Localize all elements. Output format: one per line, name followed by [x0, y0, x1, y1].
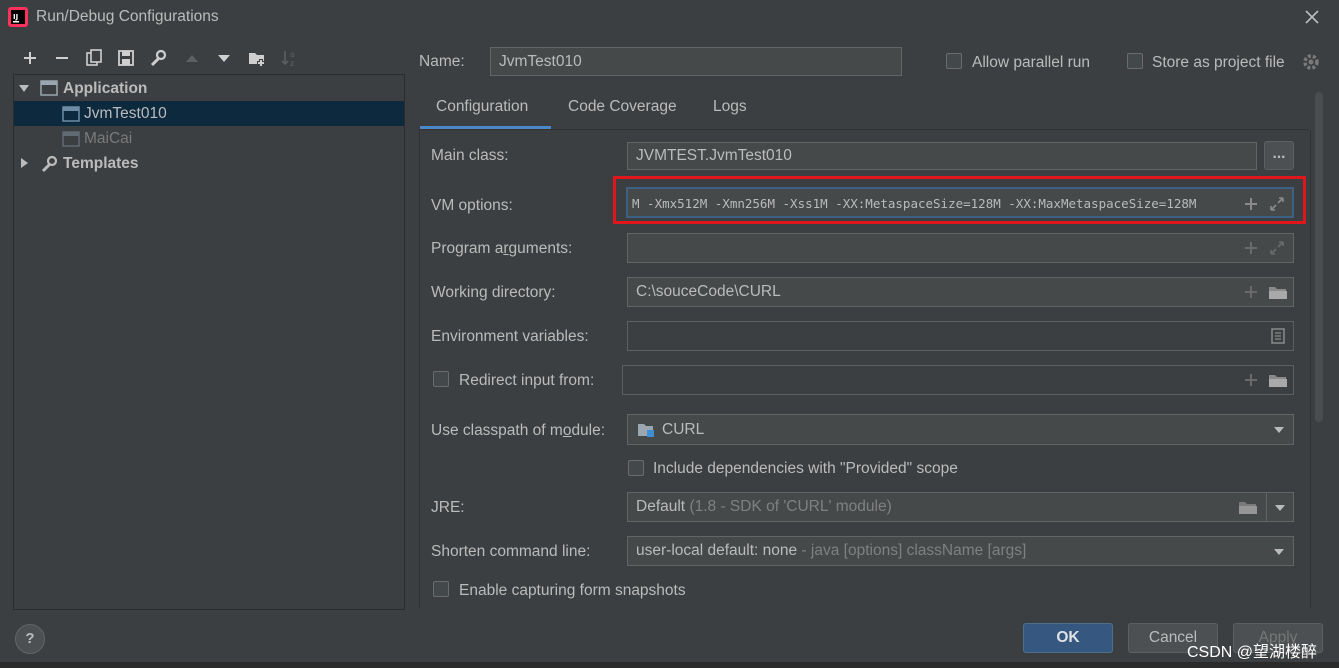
vm-options-value: M -Xmx512M -Xmn256M -Xss1M -XX:Metaspace… — [632, 196, 1197, 211]
environment-variables-input[interactable] — [627, 321, 1294, 351]
working-directory-label: Working directory: — [431, 284, 556, 301]
jre-value: Default — [636, 498, 686, 515]
redirect-input-label: Redirect input from: — [459, 372, 595, 389]
watermark: CSDN @望湖楼醉 — [1187, 644, 1318, 661]
tab-code-coverage[interactable]: Code Coverage — [568, 98, 677, 116]
add-icon[interactable] — [1242, 283, 1260, 301]
jre-input[interactable]: Default (1.8 - SDK of 'CURL' module) — [627, 492, 1267, 522]
tree-item-templates[interactable]: Templates — [14, 151, 404, 176]
configuration-tree: Application JvmTest010 MaiCai Templates — [13, 74, 405, 610]
help-button[interactable]: ? — [15, 624, 45, 654]
name-input[interactable]: JvmTest010 — [490, 47, 902, 76]
sort-icon[interactable]: az — [279, 47, 301, 69]
jre-label: JRE: — [431, 499, 465, 516]
application-icon — [62, 131, 80, 147]
shorten-command-value: user-local default: none — [636, 542, 798, 559]
shorten-command-hint: - java [options] className [args] — [801, 542, 1027, 559]
svg-text:IJ: IJ — [13, 13, 18, 21]
enable-snapshots-label: Enable capturing form snapshots — [459, 582, 686, 599]
redirect-input-checkbox[interactable] — [433, 371, 449, 387]
application-icon — [62, 106, 80, 122]
ok-button[interactable]: OK — [1023, 623, 1113, 653]
expand-icon[interactable] — [1268, 195, 1286, 213]
expand-icon[interactable] — [1268, 239, 1286, 257]
svg-text:a: a — [290, 50, 295, 59]
wrench-icon[interactable] — [147, 47, 169, 69]
tree-item-label: MaiCai — [84, 130, 133, 147]
folder-icon[interactable] — [1238, 498, 1257, 516]
chevron-down-icon — [1274, 503, 1286, 513]
tree-item-maicai[interactable]: MaiCai — [14, 126, 404, 151]
classpath-module-value: CURL — [662, 421, 705, 438]
move-up-icon[interactable] — [181, 47, 203, 69]
application-icon — [40, 80, 58, 96]
copy-icon[interactable] — [83, 47, 105, 69]
enable-snapshots-checkbox[interactable] — [433, 581, 449, 597]
chevron-down-icon — [1273, 425, 1285, 435]
browse-main-class-button[interactable]: ... — [1264, 141, 1294, 170]
save-icon[interactable] — [115, 47, 137, 69]
include-dependencies-checkbox[interactable] — [628, 460, 644, 476]
folder-icon[interactable] — [1268, 283, 1287, 301]
vm-options-input[interactable]: M -Xmx512M -Xmn256M -Xss1M -XX:Metaspace… — [626, 187, 1294, 218]
tree-item-label: Application — [63, 80, 148, 97]
tree-item-jvmtest010[interactable]: JvmTest010 — [14, 101, 404, 126]
tab-logs[interactable]: Logs — [713, 98, 747, 116]
module-icon — [637, 421, 655, 439]
gear-icon[interactable] — [1301, 52, 1321, 72]
shorten-command-label: Shorten command line: — [431, 543, 591, 560]
document-icon[interactable] — [1269, 327, 1287, 345]
name-label-text: Name: — [419, 53, 465, 70]
bottom-strip — [0, 662, 1339, 668]
remove-icon[interactable] — [51, 47, 73, 69]
main-class-label: Main class: — [431, 147, 509, 164]
allow-parallel-checkbox[interactable] — [946, 53, 962, 69]
new-folder-icon[interactable] — [246, 47, 268, 69]
svg-text:z: z — [290, 59, 294, 68]
tab-configuration[interactable]: Configuration — [436, 98, 528, 116]
intellij-app-icon: IJ — [8, 7, 28, 27]
tree-item-label: Templates — [63, 155, 139, 172]
store-project-label: Store as project file — [1152, 54, 1285, 71]
program-arguments-input[interactable] — [627, 233, 1294, 263]
add-icon[interactable] — [1242, 239, 1260, 257]
main-class-input[interactable]: JVMTEST.JvmTest010 — [627, 142, 1257, 170]
jre-hint: (1.8 - SDK of 'CURL' module) — [689, 498, 892, 515]
shorten-command-select[interactable]: user-local default: none - java [options… — [627, 536, 1294, 566]
include-dependencies-label: Include dependencies with "Provided" sco… — [653, 460, 958, 477]
add-icon[interactable] — [1242, 195, 1260, 213]
close-icon[interactable] — [1302, 7, 1322, 27]
window-title: Run/Debug Configurations — [36, 8, 219, 25]
classpath-module-label: Use classpath of module: — [431, 422, 606, 439]
tree-item-application[interactable]: Application — [14, 76, 404, 101]
program-arguments-label: Program arguments: — [431, 240, 573, 257]
environment-variables-label: Environment variables: — [431, 328, 589, 345]
add-icon[interactable] — [1242, 371, 1260, 389]
redirect-input-field[interactable] — [622, 365, 1294, 395]
name-label: Name: — [419, 53, 465, 71]
working-directory-input[interactable]: C:\souceCode\CURL — [627, 277, 1294, 307]
vertical-scrollbar[interactable] — [1315, 92, 1323, 422]
classpath-module-select[interactable]: CURL — [627, 414, 1294, 445]
folder-icon[interactable] — [1268, 371, 1287, 389]
chevron-down-icon — [1273, 547, 1285, 557]
add-icon[interactable] — [19, 47, 41, 69]
allow-parallel-label: Allow parallel run — [972, 54, 1091, 71]
move-down-icon[interactable] — [213, 47, 235, 69]
vm-options-label: VM options: — [431, 197, 513, 214]
wrench-icon — [40, 155, 58, 173]
store-project-checkbox[interactable] — [1127, 53, 1143, 69]
tree-item-label: JvmTest010 — [84, 105, 167, 122]
